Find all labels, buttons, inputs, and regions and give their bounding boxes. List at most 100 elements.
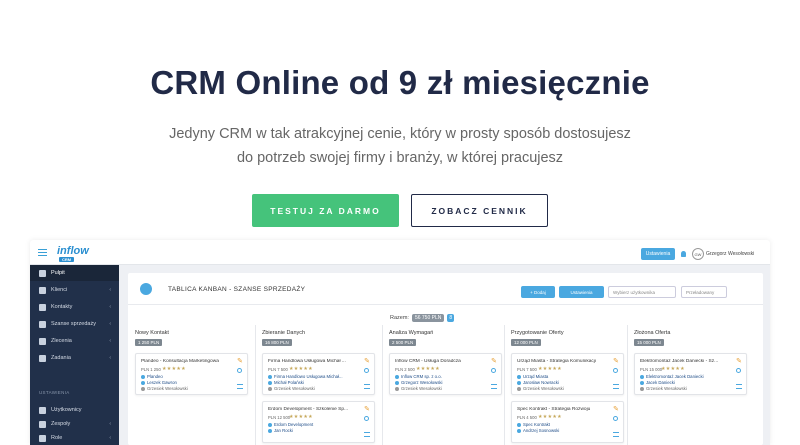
company-icon	[640, 375, 644, 379]
pencil-icon[interactable]: ✎	[364, 405, 370, 413]
list-icon[interactable]	[613, 432, 619, 437]
sidebar-section-label: USTAWIENIA	[39, 390, 70, 395]
deal-company[interactable]: Elektromontaż Jacek Daniecki	[646, 374, 704, 379]
app-logo[interactable]: inflow CRM	[57, 245, 89, 262]
search-icon[interactable]	[237, 368, 242, 373]
deal-contact[interactable]: Grzegorz Wesołowski	[401, 380, 442, 385]
deal-company[interactable]: Spec Kontrakt	[523, 422, 550, 427]
list-icon[interactable]	[364, 384, 370, 389]
deal-card[interactable]: Erdom Development - Szkolenie Sp... PLN 1…	[262, 401, 375, 443]
try-free-button[interactable]: TESTUJ ZA DARMO	[252, 194, 399, 227]
column-title: Analiza Wymagań	[389, 330, 434, 336]
rating-stars[interactable]: ★★★★★	[416, 366, 440, 372]
search-icon[interactable]	[364, 368, 369, 373]
settings-button[interactable]: Ustawienia	[559, 286, 604, 298]
deal-company[interactable]: Inflow CRM sp. z o.o.	[401, 374, 442, 379]
sidebar-item[interactable]: Klienci ‹	[30, 282, 119, 298]
pencil-icon[interactable]: ✎	[613, 405, 619, 413]
company-icon	[141, 375, 145, 379]
logo-badge: CRM	[59, 257, 75, 262]
deal-card[interactable]: Elektromontaż Jacek Daniecki - Sz... PLN …	[634, 353, 747, 395]
rating-stars[interactable]: ★★★★★	[162, 366, 186, 372]
list-icon[interactable]	[736, 384, 742, 389]
deal-card[interactable]: Plandeo - Konsultacja Marketingowa PLN 1 …	[135, 353, 248, 395]
sidebar-item[interactable]: Kontakty ‹	[30, 299, 119, 315]
deal-title[interactable]: Inflow CRM - Usługa Doradcza	[395, 359, 489, 364]
deal-company[interactable]: Erdom Development	[274, 422, 313, 427]
deal-price: PLN 4 500	[517, 415, 537, 420]
topbar-settings-button[interactable]: Ustawienia	[641, 248, 675, 260]
deal-contact[interactable]: Jarosław Nowracki	[523, 380, 559, 385]
add-button[interactable]: + Dodaj	[521, 286, 555, 298]
kanban-column: Analiza Wymagań 2 500 PLN Inflow CRM - Usł…	[386, 327, 509, 445]
deal-company[interactable]: Urząd Miasta	[523, 374, 548, 379]
team-icon	[39, 420, 46, 428]
deal-title[interactable]: Erdom Development - Szkolenie Sp...	[268, 407, 362, 412]
search-icon[interactable]	[613, 368, 618, 373]
company-icon	[395, 375, 399, 379]
sort-select[interactable]: Przeładowany	[681, 286, 727, 298]
list-icon[interactable]	[364, 432, 370, 437]
chevron-left-icon: ‹	[109, 287, 111, 293]
deal-contact[interactable]: Andrzej Sosnowski	[523, 428, 559, 433]
sidebar-item[interactable]: Zlecenia ‹	[30, 333, 119, 349]
rating-stars[interactable]: ★★★★★	[289, 366, 313, 372]
deal-company[interactable]: Plandeo	[147, 374, 163, 379]
bell-icon[interactable]	[681, 251, 686, 257]
hero-subtitle: Jedyny CRM w tak atrakcyjnej cenie, któr…	[0, 122, 800, 170]
pencil-icon[interactable]: ✎	[736, 357, 742, 365]
deal-owner: Grzesiek Wesołowski	[147, 386, 188, 391]
column-title: Nowy Kontakt	[135, 330, 169, 336]
deal-title[interactable]: Firma Handlowa Usługowa Michał ...	[268, 359, 362, 364]
pencil-icon[interactable]: ✎	[491, 357, 497, 365]
contact-icon	[268, 381, 272, 385]
rating-stars[interactable]: ★★★★★	[289, 414, 313, 420]
sidebar-item[interactable]: Zadania ‹	[30, 350, 119, 366]
sidebar-item[interactable]: Pulpit	[30, 265, 119, 281]
deal-title[interactable]: Elektromontaż Jacek Daniecki - Sz...	[640, 359, 734, 364]
search-icon[interactable]	[736, 368, 741, 373]
deal-card[interactable]: Inflow CRM - Usługa Doradcza PLN 2 500 ★★★…	[389, 353, 502, 395]
deal-card[interactable]: Urząd Miasta - Strategia Komunikacji PLN …	[511, 353, 624, 395]
user-name[interactable]: Grzegorz Wesołowski	[706, 251, 754, 257]
deal-title[interactable]: Spec Kontrakt - Strategia Rozwoju	[517, 407, 611, 412]
pencil-icon[interactable]: ✎	[237, 357, 243, 365]
avatar[interactable]: GW	[692, 248, 704, 260]
list-icon[interactable]	[613, 384, 619, 389]
user-filter-select[interactable]: Wybierz użytkownika	[608, 286, 676, 298]
column-divider	[255, 325, 256, 445]
deal-card[interactable]: Firma Handlowa Usługowa Michał ... PLN 7 …	[262, 353, 375, 395]
deal-title[interactable]: Plandeo - Konsultacja Marketingowa	[141, 359, 235, 364]
gear-icon	[39, 406, 46, 414]
deal-company[interactable]: Firma Handlowo Usługowa Michał...	[274, 374, 343, 379]
search-icon[interactable]	[613, 416, 618, 421]
deal-contact[interactable]: Jacek Daniecki	[646, 380, 675, 385]
list-icon[interactable]	[491, 384, 497, 389]
owner-icon	[268, 387, 272, 391]
contact-icon	[517, 381, 521, 385]
sidebar-item-label: Pulpit	[51, 270, 65, 276]
see-pricing-button[interactable]: ZOBACZ CENNIK	[411, 194, 548, 227]
pencil-icon[interactable]: ✎	[613, 357, 619, 365]
rating-stars[interactable]: ★★★★★	[661, 366, 685, 372]
menu-icon[interactable]	[38, 249, 47, 256]
deal-contact[interactable]: Michał Polański	[274, 380, 304, 385]
sidebar-item[interactable]: Szanse sprzedaży ‹	[30, 316, 119, 332]
list-icon[interactable]	[237, 384, 243, 389]
owner-icon	[395, 387, 399, 391]
app-topbar: inflow CRM Ustawienia GW Grzegorz Wesołow…	[30, 240, 770, 265]
search-icon[interactable]	[364, 416, 369, 421]
rating-stars[interactable]: ★★★★★	[538, 414, 562, 420]
sidebar-item-label: Klienci	[51, 287, 68, 293]
sidebar-settings-item[interactable]: Role ‹	[30, 430, 119, 445]
sidebar-item-label: Zadania	[51, 355, 71, 361]
deal-contact[interactable]: Jan Rocki	[274, 428, 293, 433]
pencil-icon[interactable]: ✎	[364, 357, 370, 365]
search-icon[interactable]	[491, 368, 496, 373]
deal-card[interactable]: Spec Kontrakt - Strategia Rozwoju PLN 4 5…	[511, 401, 624, 443]
deal-contact[interactable]: Leszek Gawron	[147, 380, 177, 385]
column-title: Zbieranie Danych	[262, 330, 306, 336]
deal-title[interactable]: Urząd Miasta - Strategia Komunikacji	[517, 359, 611, 364]
rating-stars[interactable]: ★★★★★	[538, 366, 562, 372]
hero-section: CRM Online od 9 zł miesięcznie Jedyny CR…	[0, 0, 800, 240]
